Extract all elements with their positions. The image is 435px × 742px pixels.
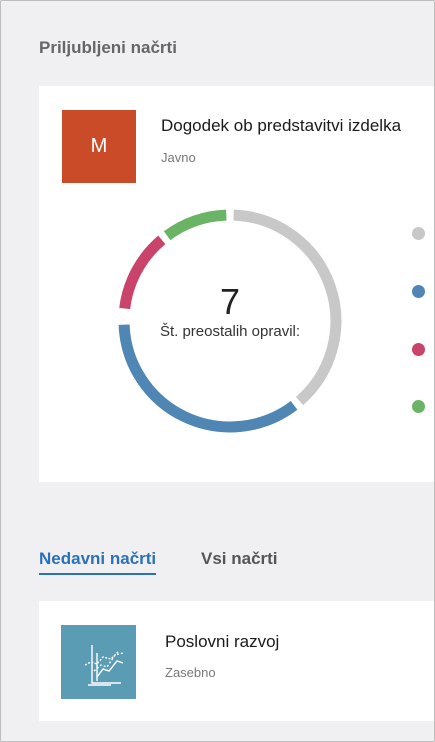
legend-dot-not-started: [412, 227, 425, 240]
recent-plan-visibility: Zasebno: [165, 665, 216, 680]
plan-tile-letter: M: [90, 135, 108, 157]
plan-tile-avatar: M: [62, 110, 136, 183]
recent-plan-card[interactable]: Poslovni razvoj Zasebno: [39, 601, 434, 721]
favorite-plan-card[interactable]: M Dogodek ob predstavitvi izdelka Javno …: [39, 86, 434, 482]
tab-recent-plans[interactable]: Nedavni načrti: [39, 549, 157, 575]
recent-plan-tile: [61, 625, 136, 699]
remaining-tasks-label: Št. preostalih opravil:: [159, 323, 301, 340]
legend-dot-in-progress: [412, 285, 425, 298]
legend-dot-completed: [412, 400, 425, 413]
recent-plan-name: Poslovni razvoj: [165, 632, 280, 651]
donut-segment-completed: [163, 209, 227, 241]
favorites-section-title: Priljubljeni načrti: [39, 38, 177, 57]
app-frame: Priljubljeni načrti M Dogodek ob predsta…: [0, 0, 435, 742]
tab-all-plans[interactable]: Vsi načrti: [201, 549, 278, 569]
line-chart-icon: [84, 645, 124, 686]
plan-visibility: Javno: [161, 150, 196, 165]
plan-name: Dogodek ob predstavitvi izdelka: [161, 116, 402, 135]
remaining-tasks-count: 7: [219, 281, 241, 322]
legend-dot-late: [412, 343, 425, 356]
